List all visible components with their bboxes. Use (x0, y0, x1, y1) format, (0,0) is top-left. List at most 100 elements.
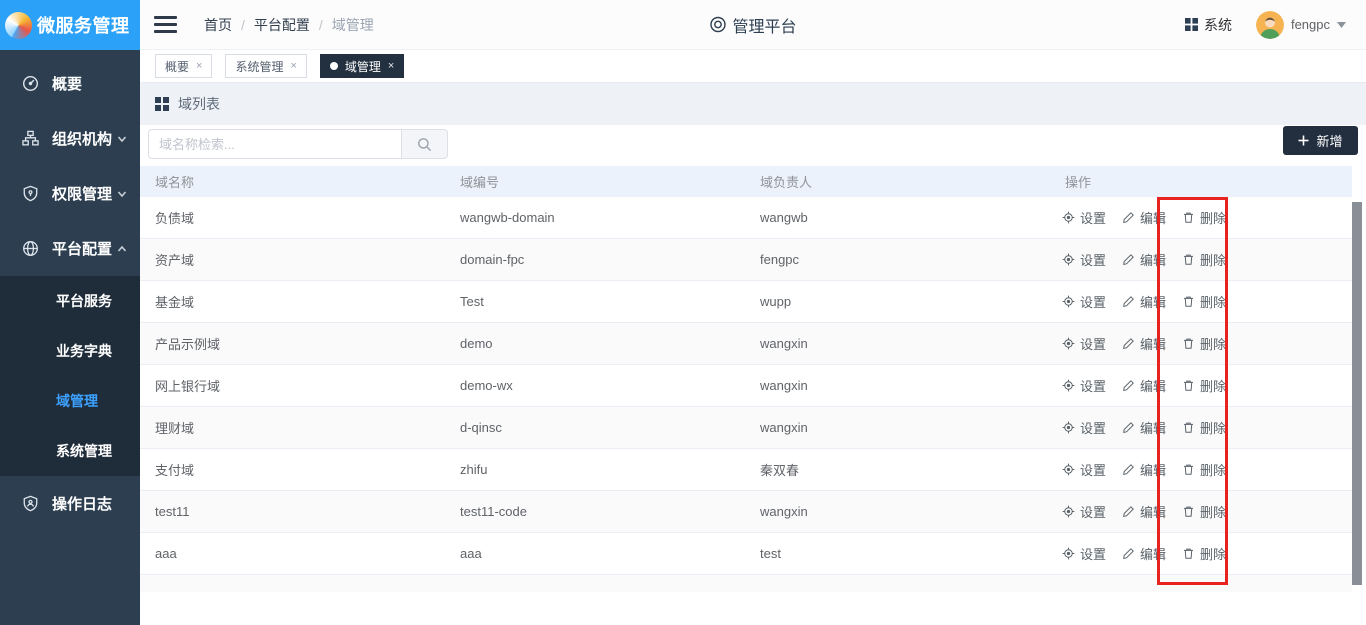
cell-domain-owner: wangxin (745, 336, 1050, 351)
edit-label: 编辑 (1140, 376, 1166, 395)
cell-domain-name: 支付域 (140, 460, 445, 479)
delete-label: 删除 (1200, 334, 1226, 353)
delete-button[interactable]: 删除 (1182, 334, 1226, 353)
cell-domain-code: domain-fpc (445, 252, 745, 267)
sidebar-item-system-management[interactable]: 系统管理 (0, 426, 140, 476)
cell-domain-name: aaa (140, 546, 445, 561)
settings-button[interactable]: 设置 (1062, 376, 1106, 395)
sidebar-item-overview[interactable]: 概要 (0, 56, 140, 111)
settings-button[interactable]: 设置 (1062, 292, 1106, 311)
user-menu[interactable]: fengpc (1256, 11, 1346, 39)
shield-user-icon (22, 495, 39, 512)
delete-button[interactable]: 删除 (1182, 544, 1226, 563)
panel-header: 域列表 (140, 82, 1366, 125)
delete-button[interactable]: 删除 (1182, 208, 1226, 227)
edit-label: 编辑 (1140, 208, 1166, 227)
delete-button[interactable]: 删除 (1182, 460, 1226, 479)
cell-domain-code: Test (445, 294, 745, 309)
search-button[interactable] (402, 129, 448, 159)
edit-button[interactable]: 编辑 (1122, 502, 1166, 521)
add-button[interactable]: 新增 (1283, 126, 1358, 155)
panel-title: 域列表 (178, 94, 220, 114)
toolbar: 新增 (140, 125, 1366, 166)
tab-overview[interactable]: 概要 × (155, 54, 212, 78)
close-icon[interactable]: × (388, 60, 394, 72)
app-logo[interactable]: 微服务管理 (0, 0, 140, 50)
topbar: 首页 / 平台配置 / 域管理 管理平台 系统 (140, 0, 1366, 50)
breadcrumb: 首页 / 平台配置 / 域管理 (204, 15, 374, 35)
edit-icon (1122, 547, 1135, 560)
cell-domain-name: test11 (140, 504, 445, 519)
sidebar: 微服务管理 概要 组织机构 (0, 0, 140, 625)
edit-button[interactable]: 编辑 (1122, 208, 1166, 227)
aim-icon (1062, 505, 1075, 518)
edit-button[interactable]: 编辑 (1122, 544, 1166, 563)
edit-button[interactable]: 编辑 (1122, 334, 1166, 353)
edit-button[interactable]: 编辑 (1122, 460, 1166, 479)
sidebar-item-platform-config[interactable]: 平台配置 (0, 221, 140, 276)
trash-icon (1182, 379, 1195, 392)
tab-label: 系统管理 (235, 58, 283, 75)
search-input[interactable] (148, 129, 402, 159)
edit-label: 编辑 (1140, 544, 1166, 563)
breadcrumb-platform-config[interactable]: 平台配置 (254, 15, 310, 35)
shield-lock-icon (22, 185, 39, 202)
cell-domain-name: 网上银行域 (140, 376, 445, 395)
dashboard-icon (22, 75, 39, 92)
system-link[interactable]: 系统 (1185, 15, 1232, 35)
table-row: 负债域 wangwb-domain wangwb 设置 编辑 删除 (140, 197, 1352, 239)
cell-domain-name: 基金域 (140, 292, 445, 311)
edit-button[interactable]: 编辑 (1122, 250, 1166, 269)
sidebar-item-permissions[interactable]: 权限管理 (0, 166, 140, 221)
table-row: aaa aaa test 设置 编辑 删除 (140, 533, 1352, 575)
settings-label: 设置 (1080, 376, 1106, 395)
sidebar-item-organization[interactable]: 组织机构 (0, 111, 140, 166)
sidebar-item-label: 平台配置 (52, 238, 112, 259)
edit-icon (1122, 295, 1135, 308)
submenu-item-label: 业务字典 (56, 341, 112, 361)
delete-button[interactable]: 删除 (1182, 250, 1226, 269)
logo-swirl-icon (5, 12, 32, 39)
sidebar-item-operation-log[interactable]: 操作日志 (0, 476, 140, 531)
settings-label: 设置 (1080, 418, 1106, 437)
delete-button[interactable]: 删除 (1182, 502, 1226, 521)
delete-label: 删除 (1200, 208, 1226, 227)
settings-button[interactable]: 设置 (1062, 334, 1106, 353)
settings-button[interactable]: 设置 (1062, 418, 1106, 437)
hamburger-menu-icon[interactable] (154, 16, 177, 33)
edit-label: 编辑 (1140, 502, 1166, 521)
settings-button[interactable]: 设置 (1062, 460, 1106, 479)
settings-button[interactable]: 设置 (1062, 544, 1106, 563)
cell-domain-owner: wangxin (745, 378, 1050, 393)
breadcrumb-home[interactable]: 首页 (204, 15, 232, 35)
org-chart-icon (22, 130, 39, 147)
vertical-scrollbar-thumb[interactable] (1352, 202, 1362, 585)
settings-button[interactable]: 设置 (1062, 208, 1106, 227)
sidebar-item-business-dictionary[interactable]: 业务字典 (0, 326, 140, 376)
table-row: 理财域 d-qinsc wangxin 设置 编辑 删除 (140, 407, 1352, 449)
delete-button[interactable]: 删除 (1182, 376, 1226, 395)
chevron-down-icon (116, 133, 128, 145)
edit-button[interactable]: 编辑 (1122, 292, 1166, 311)
grid-icon (155, 97, 169, 111)
tab-domain-management[interactable]: 域管理 × (320, 54, 404, 78)
close-icon[interactable]: × (290, 60, 296, 72)
add-button-label: 新增 (1316, 131, 1342, 150)
settings-button[interactable]: 设置 (1062, 502, 1106, 521)
cell-domain-code: wangwb-domain (445, 210, 745, 225)
close-icon[interactable]: × (196, 60, 202, 72)
table-footer-stripe (140, 575, 1352, 592)
delete-button[interactable]: 删除 (1182, 418, 1226, 437)
delete-button[interactable]: 删除 (1182, 292, 1226, 311)
edit-button[interactable]: 编辑 (1122, 376, 1166, 395)
edit-button[interactable]: 编辑 (1122, 418, 1166, 437)
tab-system-management[interactable]: 系统管理 × (225, 54, 306, 78)
cell-domain-owner: 秦双春 (745, 460, 1050, 479)
sidebar-item-domain-management[interactable]: 域管理 (0, 376, 140, 426)
delete-label: 删除 (1200, 292, 1226, 311)
sidebar-menu: 概要 组织机构 权限管理 (0, 50, 140, 531)
settings-label: 设置 (1080, 208, 1106, 227)
settings-button[interactable]: 设置 (1062, 250, 1106, 269)
active-tab-dot (330, 62, 338, 70)
sidebar-item-platform-services[interactable]: 平台服务 (0, 276, 140, 326)
